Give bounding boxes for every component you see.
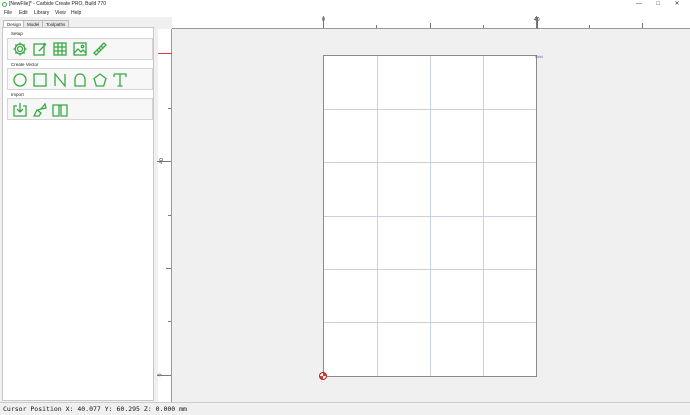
vertical-ruler[interactable]: 40 0 [157, 29, 172, 402]
gear-icon[interactable] [12, 41, 28, 57]
library-book-icon[interactable] [52, 102, 68, 118]
section-label-import: Import [11, 92, 24, 97]
stock-sheet[interactable] [323, 55, 537, 377]
v-ruler-tick [166, 268, 171, 269]
grid-line-horizontal [324, 162, 536, 163]
horizontal-ruler[interactable]: 0 40 [172, 16, 690, 29]
tab-model[interactable]: Model [23, 20, 44, 27]
create-vector-group [7, 68, 153, 90]
ruler-icon[interactable] [92, 41, 108, 57]
app-logo-icon [2, 2, 7, 7]
circle-icon[interactable] [12, 72, 28, 88]
h-ruler-cursor-marker [537, 17, 538, 29]
polygon-icon[interactable] [92, 72, 108, 88]
v-ruler-cursor-marker [158, 53, 172, 54]
h-ruler-tick [376, 25, 377, 28]
window-title: [NewFile]* - Carbide Create PRO, Build 7… [9, 1, 106, 7]
h-ruler-tick [430, 23, 431, 28]
grid-line-horizontal [324, 216, 536, 217]
menu-file[interactable]: File [4, 10, 12, 16]
status-bar: Cursor Position X: 40.077 Y: 60.295 Z: 0… [0, 402, 690, 414]
import-icon[interactable] [12, 102, 28, 118]
edit-icon[interactable] [32, 41, 48, 57]
left-panel: Design Model Toolpaths Setup Create Vect… [0, 17, 156, 402]
h-ruler-tick [642, 23, 643, 28]
close-button[interactable]: ✕ [670, 0, 684, 9]
tab-design[interactable]: Design [3, 20, 26, 27]
setup-group [7, 38, 153, 60]
menu-library[interactable]: Library [34, 10, 49, 16]
polyline-icon[interactable] [72, 72, 88, 88]
maximize-button[interactable]: □ [651, 0, 665, 9]
minimize-button[interactable]: — [632, 0, 646, 9]
import-vectors-icon[interactable] [32, 102, 48, 118]
menu-bar: File Edit Library View Help [0, 9, 690, 17]
rectangle-icon[interactable] [32, 72, 48, 88]
text-icon[interactable] [112, 72, 128, 88]
v-ruler-tick [168, 215, 171, 216]
tab-toolpaths[interactable]: Toolpaths [42, 20, 70, 27]
v-ruler-tick [157, 161, 171, 162]
curve-icon[interactable] [52, 72, 68, 88]
image-icon[interactable] [72, 41, 88, 57]
ruler-corner [158, 17, 172, 29]
grid-label: Grid [535, 54, 543, 59]
grid-line-horizontal [324, 322, 536, 323]
title-bar: [NewFile]* - Carbide Create PRO, Build 7… [0, 0, 690, 9]
origin-marker-icon [319, 372, 327, 380]
section-label-create-vector: Create Vector [11, 62, 39, 67]
grid-icon[interactable] [52, 41, 68, 57]
v-ruler-tick [168, 108, 171, 109]
v-ruler-tick [157, 375, 171, 376]
menu-view[interactable]: View [55, 10, 66, 16]
cursor-position-text: Cursor Position X: 40.077 Y: 60.295 Z: 0… [3, 405, 187, 413]
v-ruler-tick [168, 321, 171, 322]
import-group [7, 98, 153, 120]
menu-help[interactable]: Help [71, 10, 81, 16]
h-ruler-tick [483, 25, 484, 28]
section-label-setup: Setup [11, 31, 23, 36]
menu-edit[interactable]: Edit [19, 10, 28, 16]
h-ruler-tick [589, 25, 590, 28]
h-ruler-tick [323, 16, 324, 28]
grid-line-horizontal [324, 269, 536, 270]
design-tab-body: Setup Create Vector Import [2, 27, 154, 401]
grid-line-horizontal [324, 109, 536, 110]
